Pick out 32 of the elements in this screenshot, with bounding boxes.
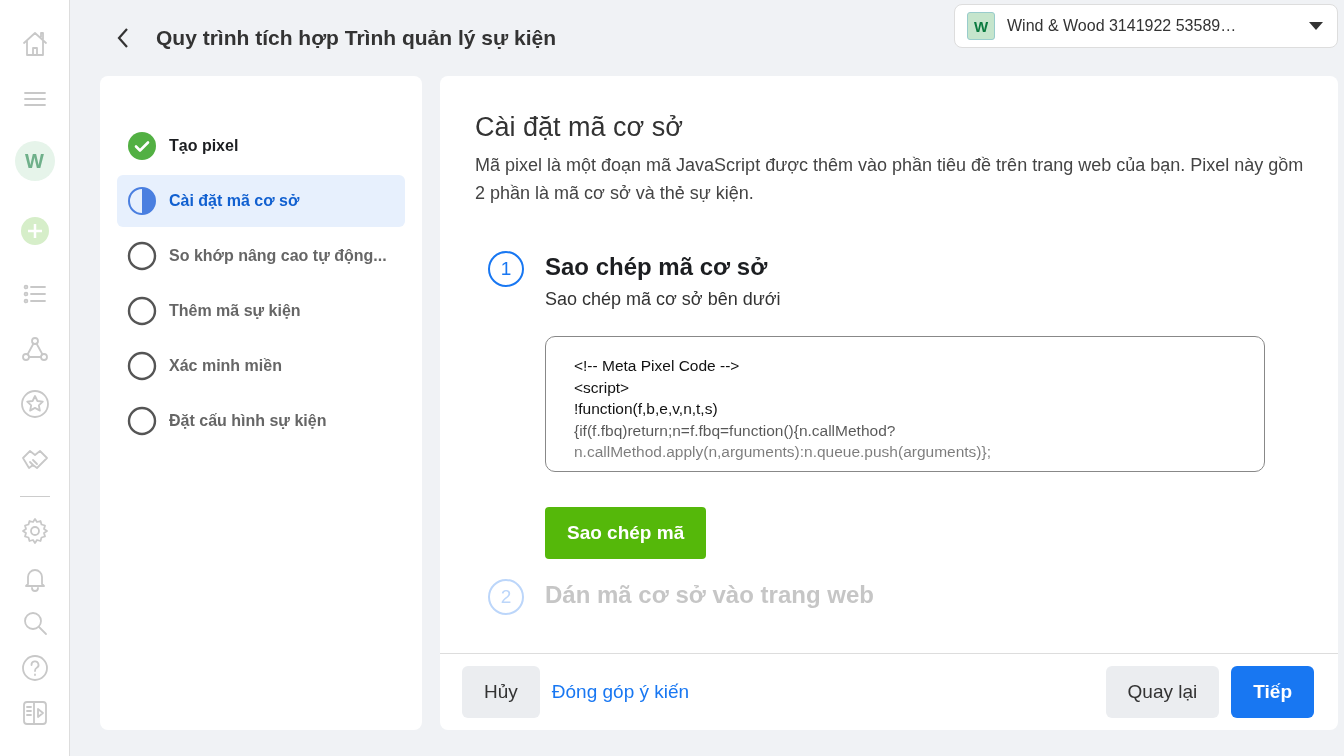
step-item[interactable]: So khớp nâng cao tự động... [117,230,405,282]
step-item[interactable]: Thêm mã sự kiện [117,285,405,337]
code-line: <script> [574,377,631,398]
account-selector[interactable]: W Wind & Wood 3141922 53589… [954,4,1338,48]
chevron-left-icon [116,27,130,49]
code-line: <!-- Meta Pixel Code --> [574,356,741,376]
section-title: Cài đặt mã cơ sở [475,112,684,143]
add-icon[interactable] [19,216,50,246]
step-item[interactable]: Xác minh miền [117,340,405,392]
feedback-link[interactable]: Đóng góp ý kiến [551,681,1094,703]
code-line: !function(f,b,e,v,n,t,s) [574,399,719,419]
page-title: Quy trình tích hợp Trình quản lý sự kiện [156,26,557,50]
cancel-button[interactable]: Hủy [462,666,540,718]
step-number: 2 [488,579,524,615]
step-item[interactable]: Tạo pixel [117,120,405,172]
back-step-button[interactable]: Quay lại [1105,666,1220,718]
help-icon[interactable] [19,652,50,683]
account-name: Wind & Wood 3141922 53589… [1007,17,1238,35]
step-item[interactable]: Đặt cấu hình sự kiện [117,395,405,447]
settings-icon[interactable] [19,516,50,546]
section-description: Mã pixel là một đoạn mã JavaScript được thêm vào phần tiêu đề trên trang web của bạn. Pixel này gồm 2 phần là mã cơ sở và thẻ sự kiện. [475,154,1305,205]
step-number: 1 [488,251,524,287]
step-item[interactable]: Cài đặt mã cơ sở [117,175,405,227]
next-button[interactable]: Tiếp [1231,666,1314,718]
substep-instruction: Sao chép mã cơ sở bên dưới [545,289,782,310]
caret-icon [1309,22,1323,30]
substep-title: Sao chép mã cơ sở [545,253,769,281]
code-box[interactable]: <!-- Meta Pixel Code --> <script> !function(f,b,e,v,n,t,s) {if(f.fbq)return;n=f.fbq=function(){n.callMethod? n.callMethod.apply(n,arguments):n.queue.push(arguments)}; [545,336,1265,472]
substep-title: Dán mã cơ sở vào trang web [545,581,875,609]
account-badge: W [967,12,995,40]
code-line: n.callMethod.apply(n,arguments):n.queue.push(arguments)}; [574,442,993,462]
code-line: {if(f.fbq)return;n=f.fbq=function(){n.callMethod? [574,420,897,441]
